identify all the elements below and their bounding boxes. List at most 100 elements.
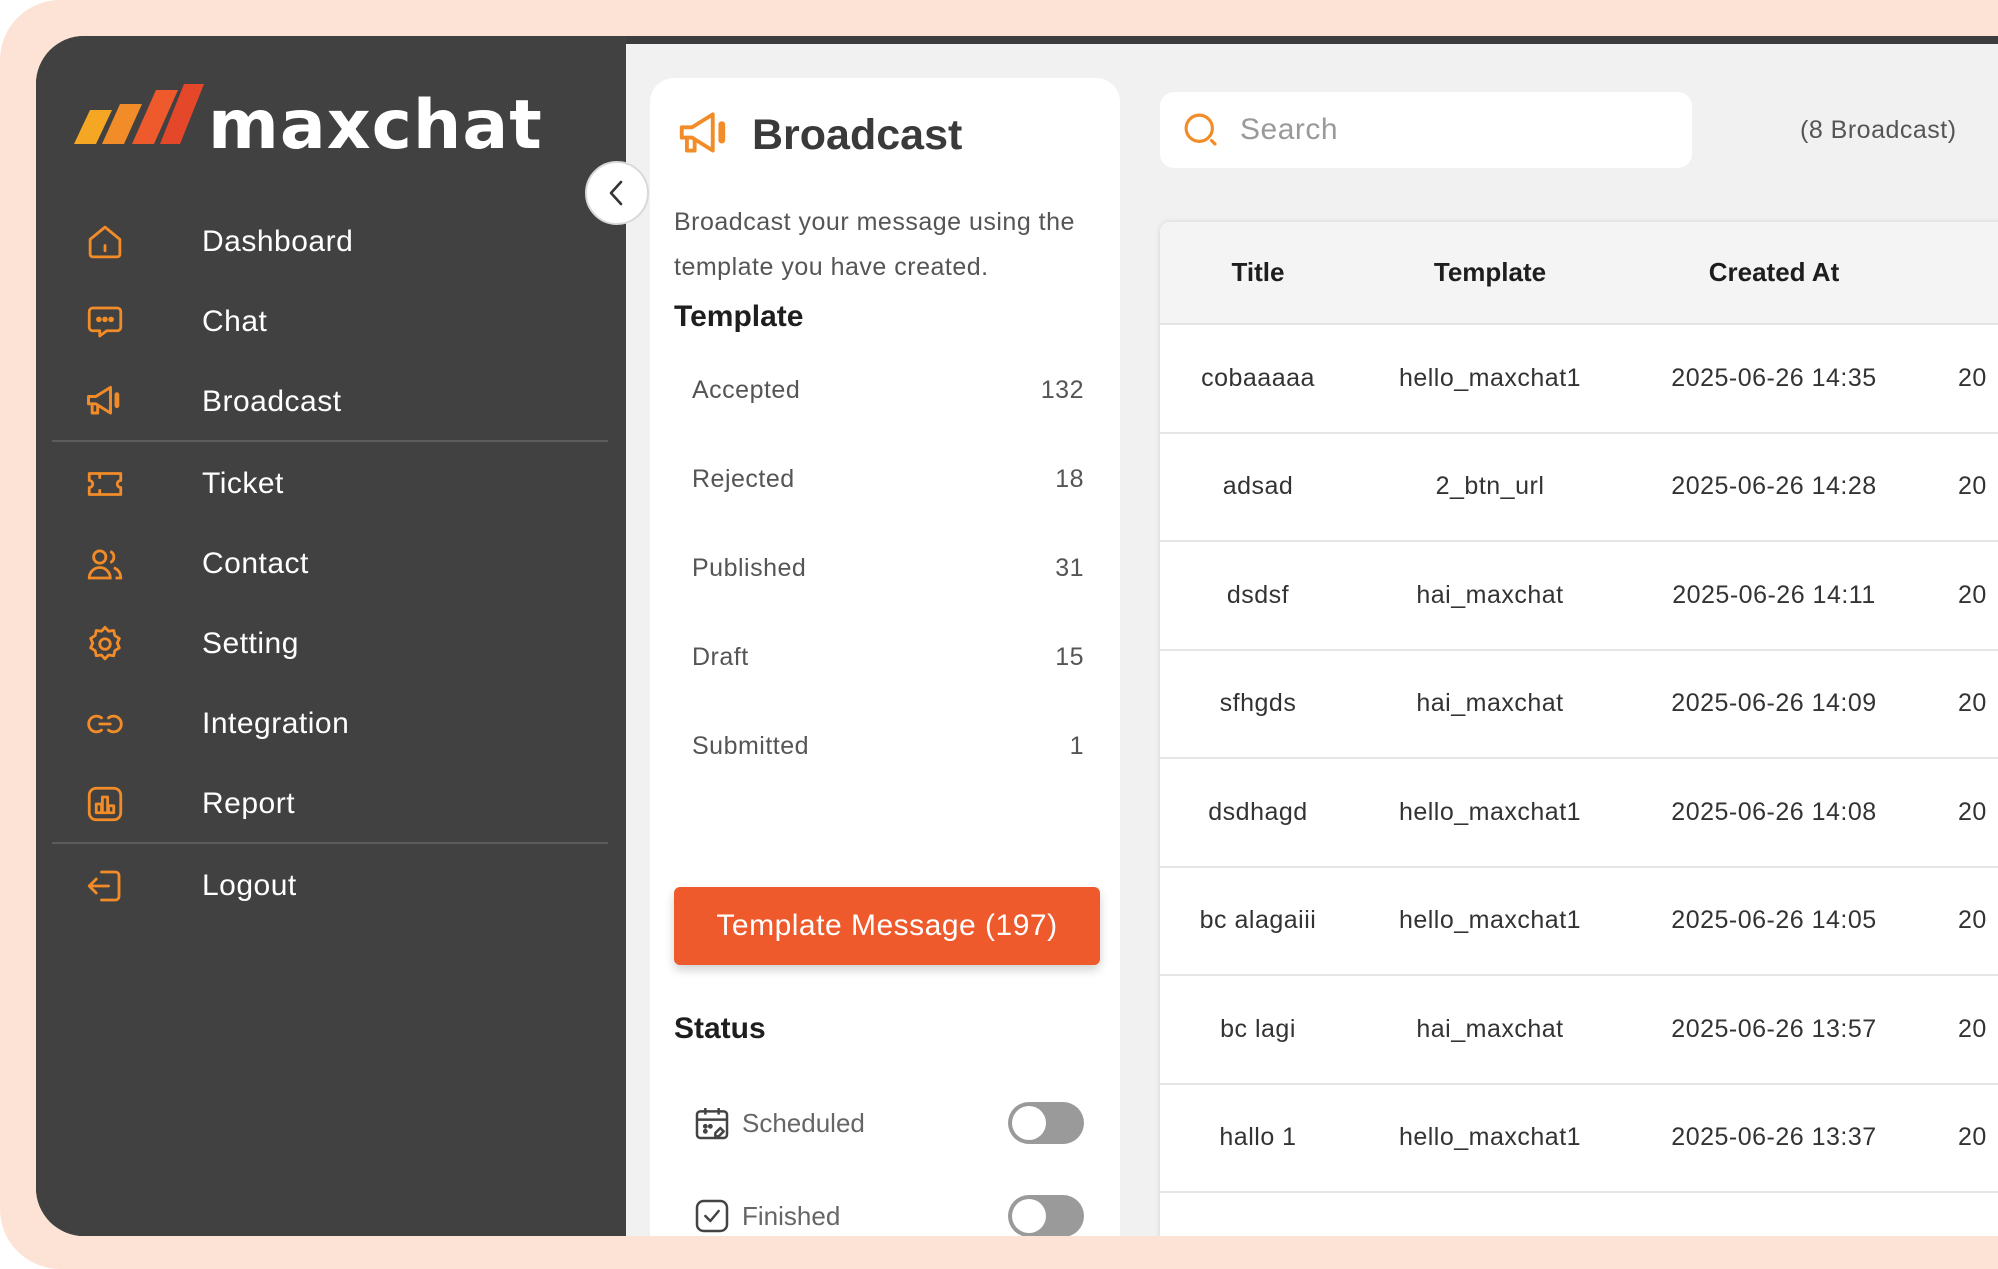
chevron-left-icon xyxy=(609,180,623,206)
table-header-row: Title Template Created At xyxy=(1160,222,1998,324)
cell-created-at: 2025-06-26 14:05 xyxy=(1671,906,1877,935)
chat-bubble-icon xyxy=(82,299,128,345)
sidebar-item-label: Dashboard xyxy=(202,225,354,258)
table-row[interactable]: bc lagi hai_maxchat 2025-06-26 13:57 20 xyxy=(1160,975,1998,1084)
table-row[interactable]: adsad 2_btn_url 2025-06-26 14:28 20 xyxy=(1160,432,1998,542)
broadcast-table: Title Template Created At cobaaaaa hello… xyxy=(1160,222,1998,1236)
cell-template: hai_maxchat xyxy=(1416,1014,1564,1043)
search-box[interactable] xyxy=(1160,92,1692,168)
table-row[interactable]: sfhgds hai_maxchat 2025-06-26 14:09 20 xyxy=(1160,649,1998,759)
cell-truncated: 20 xyxy=(1958,689,1987,718)
main-content: Broadcast Broadcast your message using t… xyxy=(626,44,1998,1236)
status-row-scheduled: Scheduled xyxy=(692,1098,1084,1148)
sidebar-item-label: Ticket xyxy=(202,467,284,500)
search-icon xyxy=(1184,113,1217,146)
cell-truncated: 20 xyxy=(1958,472,1987,501)
megaphone-icon xyxy=(679,112,726,153)
search-input[interactable] xyxy=(1240,113,1660,147)
link-icon xyxy=(82,701,128,747)
ticket-icon xyxy=(82,461,128,507)
stat-label: Accepted xyxy=(692,376,801,404)
column-header-created-at[interactable]: Created At xyxy=(1624,222,1924,324)
stat-label: Draft xyxy=(692,643,749,671)
status-label: Scheduled xyxy=(742,1107,865,1138)
brand-name: maxchat xyxy=(208,86,543,165)
broadcast-count: (8 Broadcast) xyxy=(1800,116,1957,144)
cell-title: hallo 1 xyxy=(1219,1123,1297,1152)
template-message-button[interactable]: Template Message (197) xyxy=(674,887,1100,965)
cell-title: bc alagaiii xyxy=(1199,906,1317,935)
column-header-cutoff xyxy=(1924,222,1998,324)
stat-row-draft: Draft 15 xyxy=(692,643,1084,672)
panel-header: Broadcast xyxy=(674,104,962,166)
sidebar-item-label: Integration xyxy=(202,707,350,740)
cell-created-at: 2025-06-26 14:28 xyxy=(1671,472,1877,501)
cell-template: 2_btn_url xyxy=(1435,472,1545,501)
cell-truncated: 20 xyxy=(1958,1014,1987,1043)
status-label: Finished xyxy=(742,1200,841,1231)
template-heading: Template xyxy=(674,300,804,333)
cell-created-at: 2025-06-26 14:09 xyxy=(1671,689,1877,718)
cell-title: sfhgds xyxy=(1219,689,1297,718)
page-description: Broadcast your message using the templat… xyxy=(674,208,1075,281)
column-header-template[interactable]: Template xyxy=(1356,222,1624,324)
check-square-icon xyxy=(695,1199,729,1233)
status-heading: Status xyxy=(674,1012,766,1045)
sidebar: maxchat Dashboard Chat Broadcast Ticket … xyxy=(36,36,626,1236)
stat-value: 132 xyxy=(1040,376,1084,404)
cell-created-at: 2025-06-26 14:08 xyxy=(1671,797,1877,826)
table-row[interactable]: bc alagaiii hello_maxchat1 2025-06-26 14… xyxy=(1160,866,1998,976)
table-row-empty xyxy=(1160,1192,1998,1236)
column-header-title[interactable]: Title xyxy=(1160,222,1356,324)
scheduled-toggle[interactable] xyxy=(1008,1102,1084,1144)
table-row[interactable]: hallo 1 hello_maxchat1 2025-06-26 13:37 … xyxy=(1160,1083,1998,1193)
gear-icon xyxy=(82,621,128,667)
app-window: maxchat Dashboard Chat Broadcast Ticket … xyxy=(36,36,1998,1236)
toggle-knob xyxy=(1012,1199,1046,1233)
cell-template: hai_maxchat xyxy=(1416,580,1564,609)
cell-truncated: 20 xyxy=(1958,580,1987,609)
cell-truncated: 20 xyxy=(1958,797,1987,826)
page-title: Broadcast xyxy=(752,110,963,159)
cell-created-at: 2025-06-26 14:11 xyxy=(1672,580,1876,609)
stat-label: Published xyxy=(692,554,807,582)
sidebar-item-label: Report xyxy=(202,787,296,820)
finished-toggle[interactable] xyxy=(1008,1195,1084,1236)
table-row[interactable]: dsdsf hai_maxchat 2025-06-26 14:11 20 xyxy=(1160,541,1998,650)
cell-template: hello_maxchat1 xyxy=(1398,363,1582,392)
sidebar-item-logout[interactable]: Logout xyxy=(76,838,596,934)
cell-template: hello_maxchat1 xyxy=(1398,906,1582,935)
logout-icon xyxy=(82,863,128,909)
cell-title: bc lagi xyxy=(1220,1014,1296,1043)
stat-value: 18 xyxy=(1055,465,1084,493)
cell-title: dsdhagd xyxy=(1208,797,1308,826)
table-row[interactable]: cobaaaaa hello_maxchat1 2025-06-26 14:35… xyxy=(1160,324,1998,433)
collapse-sidebar-button[interactable] xyxy=(585,161,649,225)
cell-title: cobaaaaa xyxy=(1201,363,1315,392)
cell-truncated: 20 xyxy=(1958,906,1987,935)
stat-value: 1 xyxy=(1069,732,1084,760)
stat-value: 31 xyxy=(1055,554,1084,582)
table-row[interactable]: dsdhagd hello_maxchat1 2025-06-26 14:08 … xyxy=(1160,758,1998,867)
logo: maxchat xyxy=(68,78,543,160)
cell-created-at: 2025-06-26 13:57 xyxy=(1671,1014,1877,1043)
cell-title: dsdsf xyxy=(1226,580,1290,609)
cell-truncated: 20 xyxy=(1958,1123,1987,1152)
cell-created-at: 2025-06-26 14:35 xyxy=(1671,363,1877,392)
home-icon xyxy=(82,219,128,265)
broadcast-summary-panel: Broadcast Broadcast your message using t… xyxy=(650,78,1120,1236)
app-frame: maxchat Dashboard Chat Broadcast Ticket … xyxy=(0,0,1998,1269)
sidebar-item-label: Contact xyxy=(202,547,309,580)
cell-title: adsad xyxy=(1222,472,1294,501)
users-icon xyxy=(82,541,128,587)
stat-label: Submitted xyxy=(692,732,810,760)
stat-row-submitted: Submitted 1 xyxy=(692,732,1084,761)
cell-template: hai_maxchat xyxy=(1416,689,1564,718)
stat-row-rejected: Rejected 18 xyxy=(692,465,1084,494)
sidebar-item-label: Logout xyxy=(202,869,297,902)
cell-template: hello_maxchat1 xyxy=(1398,797,1582,826)
sidebar-item-label: Setting xyxy=(202,627,299,660)
sidebar-item-label: Broadcast xyxy=(202,385,342,418)
maxchat-logo-icon xyxy=(74,84,204,144)
stat-row-accepted: Accepted 132 xyxy=(692,376,1084,405)
